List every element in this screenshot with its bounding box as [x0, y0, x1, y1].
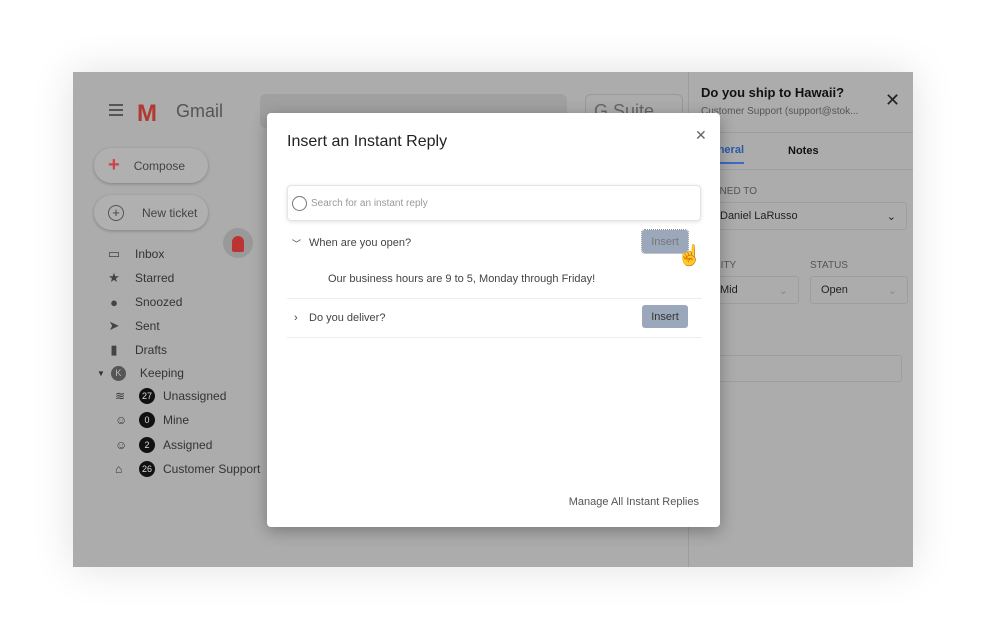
assignee-value: Daniel LaRusso: [720, 210, 798, 222]
inbox-icon: ▭: [107, 246, 121, 261]
avatar: [223, 228, 253, 258]
chevron-down-icon: ⌄: [778, 284, 788, 297]
nav-label: Starred: [135, 271, 175, 285]
person-icon: ☺: [115, 413, 128, 427]
chevron-down-icon: ﹀: [292, 238, 302, 249]
sidebar-item-keeping[interactable]: ▼ K Keeping: [97, 363, 184, 383]
clock-icon: ●: [110, 294, 118, 310]
reply-item-header[interactable]: ﹀ When are you open?: [287, 231, 702, 255]
new-ticket-label: New ticket: [142, 205, 198, 220]
count-badge: 2: [139, 437, 155, 453]
sidebar-item-sent[interactable]: ➤ Sent: [107, 316, 160, 336]
plus-icon: +: [108, 154, 120, 176]
layers-icon: ≋: [115, 389, 126, 403]
sidebar-item-customer-support[interactable]: ⌂ 26 Customer Support: [115, 459, 260, 479]
keeping-icon: K: [110, 365, 126, 381]
sidebar-item-mine[interactable]: ☺ 0 Mine: [115, 410, 189, 430]
status-label: STATUS: [810, 260, 848, 271]
hand-cursor-icon: ☝: [677, 245, 702, 267]
item-label: Assigned: [163, 438, 213, 452]
reply-answer: Our business hours are 9 to 5, Monday th…: [328, 273, 596, 285]
compose-button[interactable]: + Compose: [94, 148, 208, 183]
sidebar-item-starred[interactable]: ★ Starred: [107, 268, 174, 288]
count-badge: 0: [139, 412, 155, 428]
reply-search-input[interactable]: Search for an instant reply: [287, 185, 701, 221]
gmail-screen: M Gmail G Suite + Compose + New ticket ▭ In…: [73, 72, 913, 567]
manage-replies-link[interactable]: Manage All Instant Replies: [569, 496, 699, 508]
instant-reply-modal: Insert an Instant Reply ✕ Search for an …: [267, 113, 720, 527]
nav-label: Sent: [135, 319, 160, 333]
priority-value: Mid: [720, 284, 738, 296]
status-value: Open: [821, 284, 848, 296]
sidebar-item-inbox[interactable]: ▭ Inbox: [107, 244, 165, 264]
send-icon: ➤: [108, 318, 120, 333]
ticket-subtitle: Customer Support (support@stok...: [701, 106, 859, 117]
chevron-down-icon: ⌄: [887, 284, 897, 297]
item-label: Unassigned: [163, 389, 227, 403]
sidebar-item-drafts[interactable]: ▮ Drafts: [107, 340, 167, 360]
search-icon: [292, 195, 307, 211]
status-select[interactable]: Open ⌄: [810, 276, 908, 304]
caret-down-icon: ▼: [97, 368, 105, 378]
nav-label: Snoozed: [135, 295, 183, 309]
person-check-icon: ☺: [115, 438, 128, 452]
reply-question: When are you open?: [309, 237, 412, 249]
gmail-brand: Gmail: [176, 101, 224, 121]
nav-label: Keeping: [139, 366, 184, 380]
sidebar-item-assigned[interactable]: ☺ 2 Assigned: [115, 435, 212, 455]
count-badge: 26: [139, 461, 155, 477]
compose-label: Compose: [133, 158, 186, 173]
sidebar-item-snoozed[interactable]: ● Snoozed: [107, 292, 182, 312]
menu-icon[interactable]: [109, 104, 123, 116]
insert-button[interactable]: Insert: [642, 305, 688, 328]
ticket-title: Do you ship to Hawaii?: [701, 85, 845, 100]
tab-notes[interactable]: Notes: [788, 145, 819, 157]
reply-item-header[interactable]: › Do you deliver?: [287, 306, 702, 330]
priority-select[interactable]: Mid ⌄: [709, 276, 799, 304]
new-ticket-button[interactable]: + New ticket: [94, 195, 208, 230]
add-circle-icon: +: [108, 204, 124, 221]
assignee-select[interactable]: Daniel LaRusso ⌄: [709, 202, 907, 230]
close-icon[interactable]: ✕: [695, 127, 707, 144]
ticket-panel: Do you ship to Hawaii? Customer Support …: [688, 72, 913, 567]
item-label: Mine: [163, 413, 190, 427]
close-icon[interactable]: ✕: [885, 90, 900, 111]
reply-question: Do you deliver?: [309, 312, 386, 324]
tray-icon: ⌂: [115, 462, 123, 476]
count-badge: 27: [139, 388, 155, 404]
gmail-logo-icon: M: [137, 100, 157, 127]
modal-title: Insert an Instant Reply: [287, 133, 448, 150]
draft-icon: ▮: [110, 342, 118, 357]
chevron-down-icon: ⌄: [886, 210, 896, 223]
nav-label: Inbox: [135, 247, 165, 261]
search-placeholder: Search for an instant reply: [311, 197, 428, 209]
ticket-field[interactable]: [709, 355, 902, 382]
sidebar-item-unassigned[interactable]: ≋ 27 Unassigned: [115, 386, 226, 406]
nav-label: Drafts: [135, 343, 168, 357]
star-icon: ★: [108, 270, 120, 285]
chevron-right-icon: ›: [294, 312, 298, 324]
item-label: Customer Support: [163, 462, 261, 476]
